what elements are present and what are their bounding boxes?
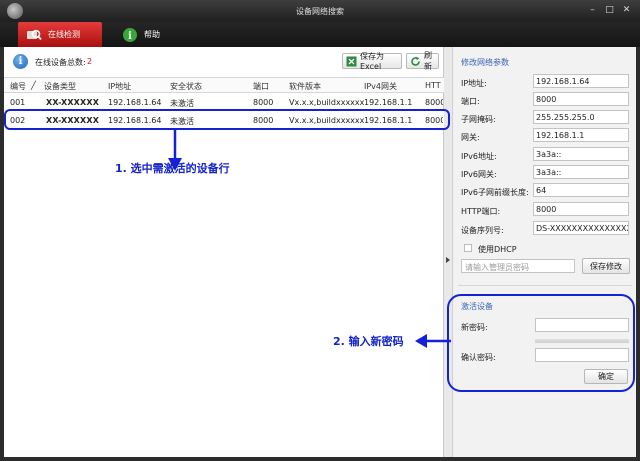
window-title: 设备网络搜索 [296, 7, 344, 16]
info-icon: i [122, 27, 138, 43]
nav-bar: 在线检测 i 帮助 [0, 22, 640, 47]
table-header: 编号 ╱ 设备类型 IP地址 安全状态 端口 软件版本 IPv4网关 HTT [4, 77, 444, 93]
ipv6-gateway-field[interactable]: 3a3a:: [533, 165, 629, 179]
admin-password-input[interactable]: 请输入管理员密码 [461, 259, 575, 273]
gateway-label: 网关: [461, 133, 480, 142]
refresh-icon [410, 56, 421, 67]
window-controls: – □ ✕ [587, 5, 632, 16]
column-header[interactable]: HTT [425, 81, 443, 90]
ipv6-prefix-field[interactable]: 64 [533, 183, 629, 197]
online-count-value: 2 [87, 57, 93, 66]
online-count-label: 在线设备总数: [35, 58, 86, 67]
tab-label: 帮助 [144, 30, 160, 39]
close-icon[interactable]: ✕ [621, 5, 632, 16]
tab-help[interactable]: i 帮助 [118, 22, 188, 47]
minimize-icon[interactable]: – [587, 5, 598, 16]
refresh-button[interactable]: 刷新 [406, 51, 439, 71]
collapse-arrow-icon[interactable] [446, 257, 450, 263]
selected-row-highlight [4, 109, 450, 130]
search-device-icon [26, 27, 42, 43]
port-field[interactable]: 8000 [533, 92, 629, 106]
ipv6-address-field[interactable]: 3a3a:: [533, 147, 629, 161]
divider [458, 285, 632, 286]
tab-online-detect[interactable]: 在线检测 [18, 22, 102, 47]
info-icon: i [13, 54, 28, 69]
column-header[interactable]: 端口 [253, 81, 269, 92]
column-header[interactable]: 编号 [10, 81, 26, 92]
ip-label: IP地址: [461, 79, 487, 88]
save-changes-button[interactable]: 保存修改 [582, 258, 630, 274]
dhcp-label: 使用DHCP [478, 245, 517, 254]
ipv6-address-label: IPv6地址: [461, 152, 497, 161]
subnet-field[interactable]: 255.255.255.0 [533, 110, 629, 124]
tab-label: 在线检测 [48, 30, 80, 39]
activate-highlight [447, 294, 635, 392]
excel-icon [346, 56, 357, 67]
annotation-step-2: 2. 输入新密码 [333, 335, 404, 348]
column-header[interactable]: IPv4网关 [364, 81, 397, 92]
save-excel-button[interactable]: 保存为Excel [342, 52, 402, 71]
title-bar: 设备网络搜索 – □ ✕ [0, 0, 640, 22]
http-port-label: HTTP端口: [461, 207, 501, 216]
subnet-label: 子网掩码: [461, 115, 496, 124]
column-header[interactable]: 安全状态 [170, 81, 202, 92]
dhcp-checkbox[interactable] [464, 244, 472, 252]
arrow-left-icon [415, 334, 451, 348]
column-header[interactable]: 软件版本 [289, 81, 321, 92]
serial-label: 设备序列号: [461, 226, 504, 235]
ipv6-prefix-label: IPv6子网前缀长度: [461, 188, 529, 197]
modify-params-title: 修改网络参数 [461, 58, 509, 67]
ipv6-gateway-label: IPv6网关: [461, 170, 497, 179]
column-header[interactable]: IP地址 [108, 81, 131, 92]
port-label: 端口: [461, 97, 480, 106]
maximize-icon[interactable]: □ [604, 5, 615, 16]
sort-indicator-icon: ╱ [31, 81, 36, 90]
svg-text:i: i [128, 31, 132, 42]
device-toolbar: i 在线设备总数: 2 保存为Excel 刷新 [4, 47, 444, 77]
annotation-step-1: 1. 选中需激活的设备行 [115, 162, 230, 175]
ip-field[interactable]: 192.168.1.64 [533, 74, 629, 88]
column-header[interactable]: 设备类型 [44, 81, 76, 92]
gateway-field[interactable]: 192.168.1.1 [533, 128, 629, 142]
settings-pane: 修改网络参数 IP地址: 192.168.1.64 端口: 8000 子网掩码:… [454, 47, 636, 457]
serial-field[interactable]: DS-XXXXXXXXXXXXXXXX [533, 221, 629, 235]
http-port-field[interactable]: 8000 [533, 202, 629, 216]
